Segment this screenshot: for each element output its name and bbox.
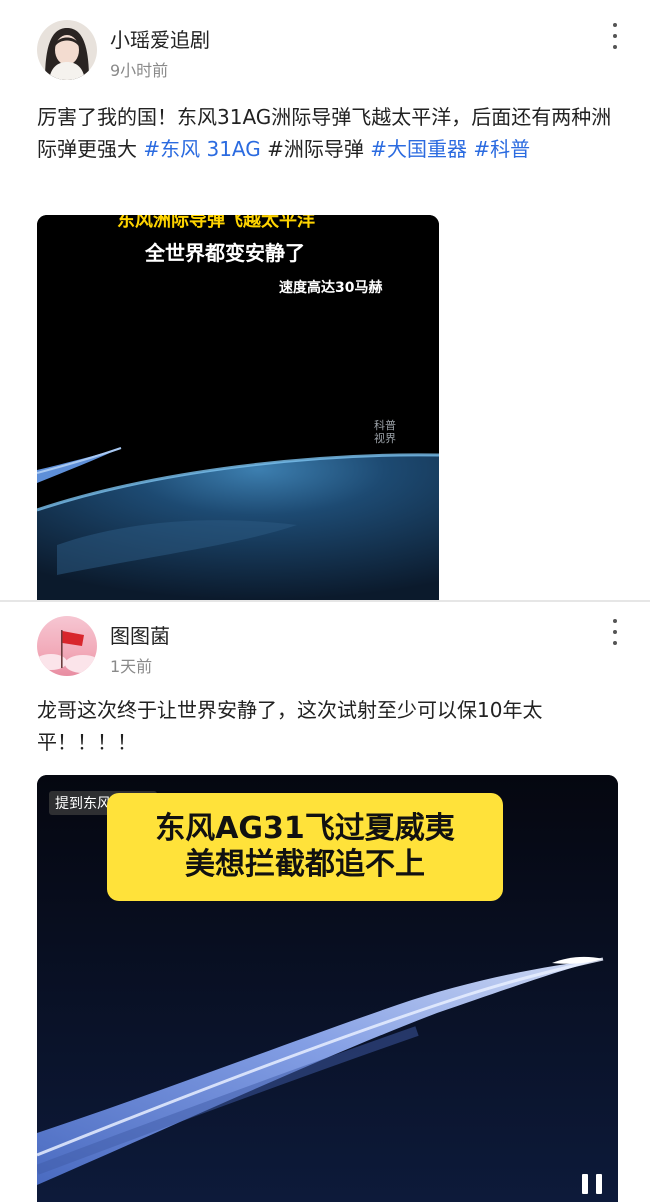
post-text: 厉害了我的国！东风31AG洲际导弹飞越太平洋，后面还有两种洲际弹更强大 #东风 … (37, 101, 622, 165)
username[interactable]: 小瑶爱追剧 (110, 24, 210, 53)
watermark-line: 视界 (374, 432, 396, 445)
more-options-icon[interactable] (610, 23, 620, 49)
video-headline: 全世界都变安静了 (145, 241, 305, 265)
video-player[interactable]: 提到东风-31ag 东风AG31飞过夏威夷 美想拦截都追不上 (37, 775, 618, 1202)
hashtag-link[interactable]: #大国重器 (370, 137, 467, 161)
post-time: 9小时前 (110, 61, 169, 80)
caption-text: 东风洲际导弹飞越太平洋 (117, 215, 315, 231)
missile-scene-image (37, 215, 439, 600)
watermark-line: 科普 (374, 419, 396, 432)
pause-icon[interactable] (582, 1174, 602, 1194)
post-time: 1天前 (110, 657, 153, 676)
username[interactable]: 图图菌 (110, 620, 170, 649)
video-headline-banner: 东风AG31飞过夏威夷 美想拦截都追不上 (107, 793, 503, 901)
post-card: 小瑶爱追剧 9小时前 厉害了我的国！东风31AG洲际导弹飞越太平洋，后面还有两种… (0, 0, 650, 600)
post-card: 图图菌 1天前 龙哥这次终于让世界安静了，这次试射至少可以保10年太平！！！！ (0, 600, 650, 1202)
more-options-icon[interactable] (610, 619, 620, 645)
hashtag-link[interactable]: #东风 31AG (143, 137, 260, 161)
speed-caption: 速度高达30马赫 (279, 280, 383, 296)
hashtag-link[interactable]: #洲际导弹 (267, 137, 364, 161)
headline-line: 美想拦截都追不上 (185, 847, 425, 882)
headline-line: 东风AG31飞过夏威夷 (155, 811, 455, 846)
hashtag-link[interactable]: #科普 (473, 137, 530, 161)
video-thumbnail[interactable]: 东风洲际导弹飞越太平洋 全世界都变安静了 速度高达30马赫 科普 视界 (37, 215, 439, 600)
post-body-text: 龙哥这次终于让世界安静了，这次试射至少可以保10年太平！！！！ (37, 698, 543, 754)
avatar[interactable] (37, 616, 97, 676)
avatar[interactable] (37, 20, 97, 80)
watermark: 科普 视界 (374, 419, 396, 445)
